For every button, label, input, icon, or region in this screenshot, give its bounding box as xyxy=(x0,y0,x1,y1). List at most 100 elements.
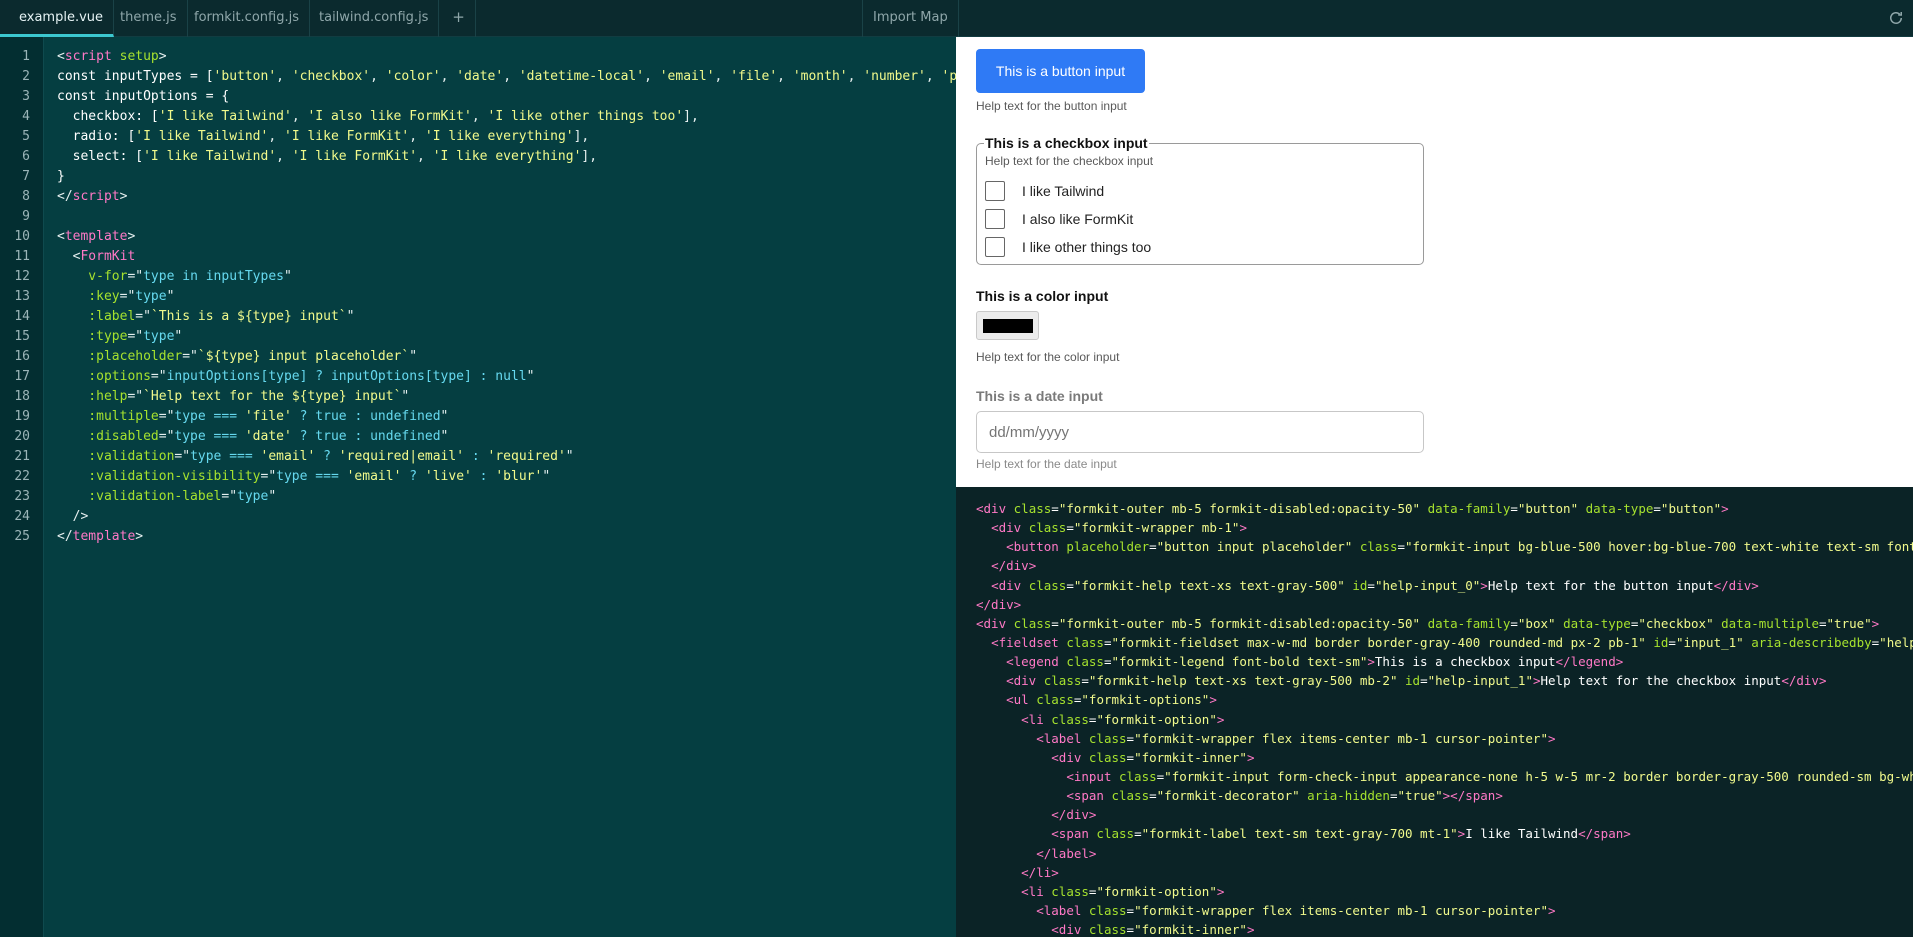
output-line: <fieldset class="formkit-fieldset max-w-… xyxy=(976,633,1913,652)
code-token: <div xyxy=(976,615,1014,631)
color-input[interactable] xyxy=(976,311,1039,340)
html-output-code[interactable]: <div class="formkit-outer mb-5 formkit-d… xyxy=(976,499,1913,937)
code-token: = xyxy=(1389,788,1398,804)
code-token: > xyxy=(1246,749,1255,765)
tab-example-vue[interactable]: example.vue xyxy=(0,0,115,37)
line-number: 14 xyxy=(14,309,30,324)
code-token: > xyxy=(127,229,136,244)
tab-theme-js[interactable]: theme.js xyxy=(110,0,188,37)
code-token: "button" xyxy=(1517,501,1579,516)
code-token: </li> xyxy=(1021,864,1059,880)
output-line: </label> xyxy=(976,844,1913,863)
html-output-pane[interactable]: <div class="formkit-outer mb-5 formkit-d… xyxy=(956,487,1913,937)
code-token: <div xyxy=(991,577,1029,593)
code-token: class xyxy=(1028,577,1067,593)
code-token: , xyxy=(409,129,425,144)
code-token: , xyxy=(440,69,457,84)
code-token: > xyxy=(1209,692,1217,708)
color-input-label: This is a color input xyxy=(976,288,1109,304)
code-token: type === xyxy=(276,469,347,484)
code-token: "checkbox" xyxy=(1638,615,1714,631)
output-line: </div> xyxy=(976,595,1913,614)
code-token: "formkit-wrapper flex items-center mb-1 … xyxy=(1134,730,1548,746)
code-token: <legend xyxy=(1006,654,1067,670)
code-line: v-for="type in inputTypes" xyxy=(57,267,1020,287)
tab-formkit-config-js[interactable]: formkit.config.js xyxy=(184,0,310,37)
code-content[interactable]: <script setup> const inputTypes = ['butto… xyxy=(57,47,1020,547)
code-token: "formkit-inner" xyxy=(1134,922,1247,937)
code-token: :multiple xyxy=(57,409,159,424)
import-map-button[interactable]: Import Map xyxy=(862,0,959,37)
checkbox-box[interactable] xyxy=(985,181,1005,201)
code-token: 'I like everything' xyxy=(424,129,574,144)
line-number: 5 xyxy=(22,129,30,144)
code-line: const inputOptions = { xyxy=(57,87,1020,107)
code-token: =" xyxy=(221,489,238,504)
tab-tailwind-config-js[interactable]: tailwind.config.js xyxy=(309,0,440,37)
code-token: , xyxy=(471,109,488,124)
code-token: 'live' xyxy=(424,469,472,484)
code-token: <input xyxy=(1066,768,1119,784)
code-token: "formkit-fieldset max-w-md border border… xyxy=(1111,634,1646,650)
code-token: script xyxy=(72,189,120,204)
code-token: : xyxy=(464,449,488,464)
code-token: = xyxy=(1668,634,1676,650)
code-token: data-type xyxy=(1585,501,1654,516)
code-token: :label xyxy=(57,309,136,324)
code-token: "true" xyxy=(1397,788,1443,804)
code-editor[interactable]: 1 2 3 4 5 6 7 8 9 10 11 12 13 14 15 16 17 18 19 20 21 22 23 24 2… xyxy=(0,37,1020,937)
code-token: =" xyxy=(182,349,198,364)
code-token: </legend> xyxy=(1555,654,1624,670)
code-token: =" xyxy=(150,369,167,384)
checkbox-box[interactable] xyxy=(985,209,1005,229)
code-token: = xyxy=(1149,539,1157,555)
checkbox-option-label[interactable]: I like other things too xyxy=(1022,239,1151,255)
code-line: :validation-label="type" xyxy=(57,487,1020,507)
code-token: const xyxy=(57,69,104,84)
code-token: class xyxy=(1066,654,1104,670)
code-token: 'required' xyxy=(487,449,566,464)
checkbox-option-label[interactable]: I like Tailwind xyxy=(1022,183,1104,199)
code-token: 'I like Tailwind' xyxy=(143,149,277,164)
output-line: <div class="formkit-help text-xs text-gr… xyxy=(976,671,1913,690)
code-token: = xyxy=(1051,615,1059,631)
code-token: "help-input_1" xyxy=(1427,673,1533,689)
code-token: <ul xyxy=(1006,692,1037,708)
code-token: data-multiple xyxy=(1721,615,1819,631)
refresh-icon[interactable] xyxy=(1887,9,1905,27)
output-line: <div class="formkit-inner"> xyxy=(976,920,1913,937)
code-token: , xyxy=(268,129,284,144)
code-token: data-type xyxy=(1563,615,1631,631)
checkbox-box[interactable] xyxy=(985,237,1005,257)
code-token: :validation-label xyxy=(57,489,222,504)
code-token: "box" xyxy=(1517,615,1556,631)
checkbox-legend: This is a checkbox input xyxy=(984,135,1149,151)
button-input[interactable]: This is a button input xyxy=(976,49,1145,93)
code-token: "formkit-help text-xs text-gray-500" xyxy=(1073,577,1345,593)
code-token: =" xyxy=(127,389,144,404)
checkbox-option-label[interactable]: I also like FormKit xyxy=(1022,211,1133,227)
code-token: <div xyxy=(976,501,1014,516)
code-line: /> xyxy=(57,507,1020,527)
date-input[interactable] xyxy=(976,411,1424,453)
code-token: "button" xyxy=(1660,501,1722,516)
code-token: ? true : undefined xyxy=(291,429,441,444)
add-tab-button[interactable]: + xyxy=(442,0,476,37)
line-number: 22 xyxy=(14,469,30,484)
code-token: inputTypes = [ xyxy=(103,69,214,84)
code-token: = xyxy=(1397,539,1406,555)
color-help-text: Help text for the color input xyxy=(976,350,1120,364)
code-line: :disabled="type === 'date' ? true : unde… xyxy=(57,427,1020,447)
code-token: class xyxy=(1088,922,1127,937)
code-token: , xyxy=(276,149,292,164)
code-token: 'I like FormKit' xyxy=(291,149,418,164)
